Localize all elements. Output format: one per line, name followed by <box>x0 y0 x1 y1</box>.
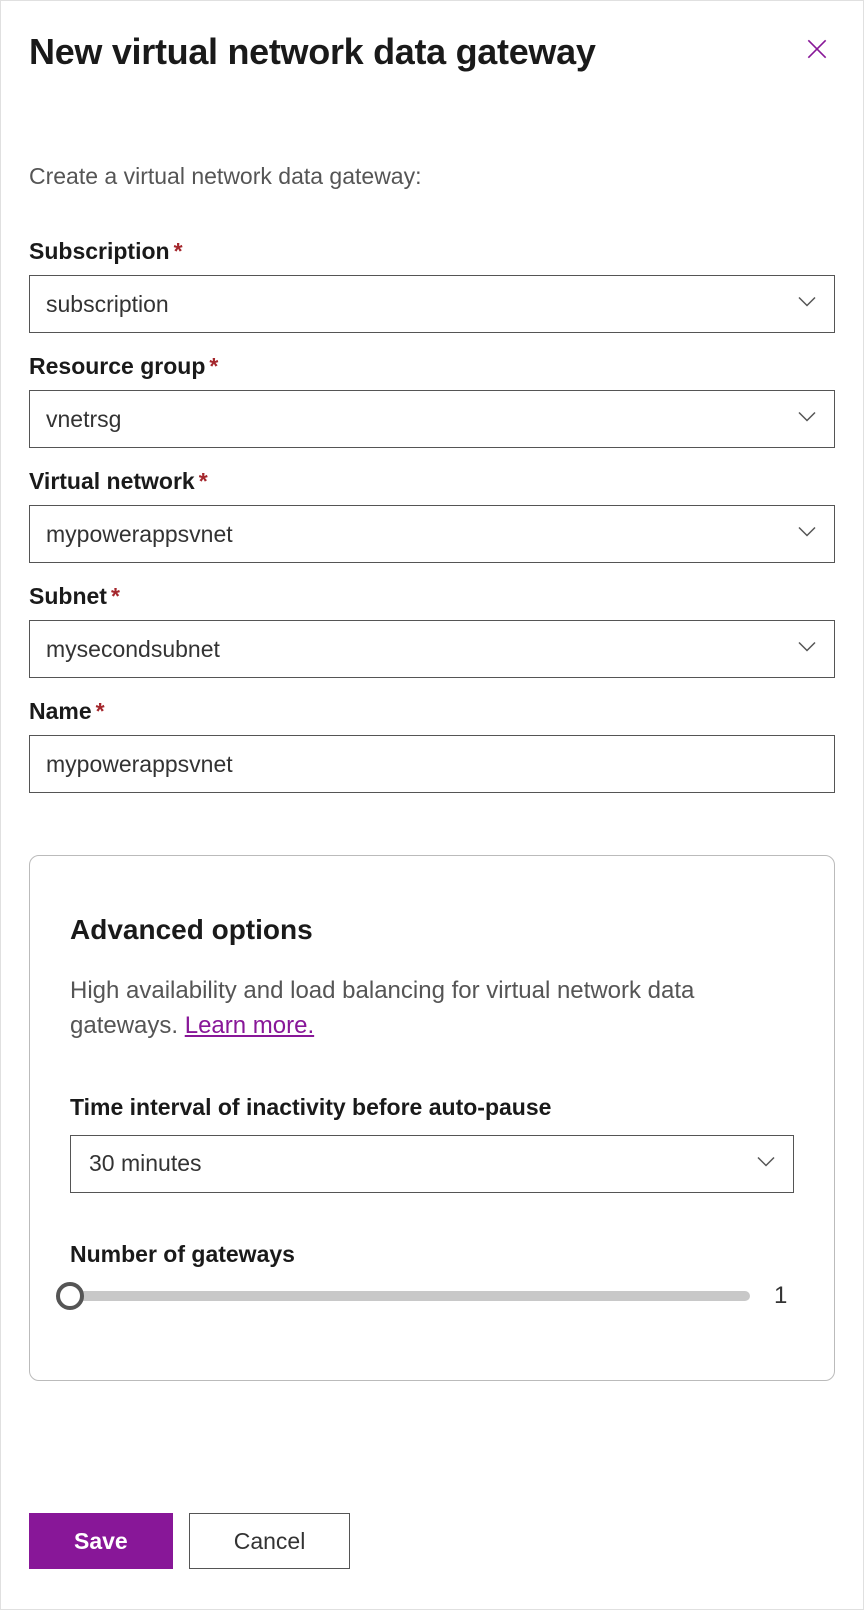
slider-thumb[interactable] <box>56 1282 84 1310</box>
name-label: Name* <box>29 698 835 725</box>
gateways-slider[interactable] <box>70 1291 750 1301</box>
subscription-select[interactable]: subscription <box>29 275 835 333</box>
name-input[interactable] <box>29 735 835 793</box>
advanced-description: High availability and load balancing for… <box>70 974 794 1044</box>
required-indicator: * <box>174 238 183 264</box>
close-button[interactable] <box>801 35 833 67</box>
resource-group-label: Resource group* <box>29 353 835 380</box>
save-button[interactable]: Save <box>29 1513 173 1569</box>
subnet-label: Subnet* <box>29 583 835 610</box>
inactivity-select[interactable]: 30 minutes <box>70 1135 794 1193</box>
cancel-button[interactable]: Cancel <box>189 1513 351 1569</box>
required-indicator: * <box>111 583 120 609</box>
required-indicator: * <box>209 353 218 379</box>
required-indicator: * <box>199 468 208 494</box>
gateways-value: 1 <box>774 1282 794 1310</box>
advanced-title: Advanced options <box>70 914 794 946</box>
gateways-label: Number of gateways <box>70 1241 794 1268</box>
panel-title: New virtual network data gateway <box>29 31 835 73</box>
subnet-select[interactable]: mysecondsubnet <box>29 620 835 678</box>
subscription-label: Subscription* <box>29 238 835 265</box>
inactivity-label: Time interval of inactivity before auto-… <box>70 1094 794 1121</box>
virtual-network-select[interactable]: mypowerappsvnet <box>29 505 835 563</box>
learn-more-link[interactable]: Learn more. <box>185 1012 314 1039</box>
panel-subtitle: Create a virtual network data gateway: <box>29 163 835 190</box>
advanced-options-section: Advanced options High availability and l… <box>29 855 835 1381</box>
required-indicator: * <box>96 698 105 724</box>
resource-group-select[interactable]: vnetrsg <box>29 390 835 448</box>
close-icon <box>804 36 830 67</box>
virtual-network-label: Virtual network* <box>29 468 835 495</box>
